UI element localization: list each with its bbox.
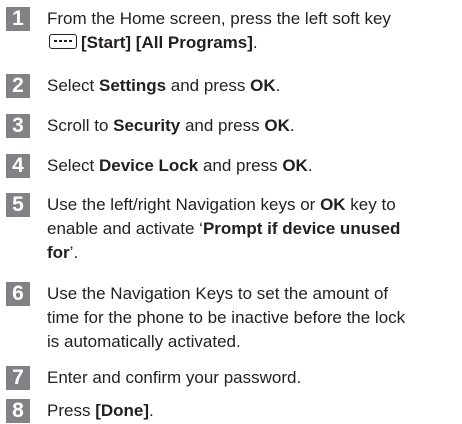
punctuation: . bbox=[149, 401, 154, 420]
step-text-line: Use the Navigation Keys to set the amoun… bbox=[47, 284, 389, 303]
option-name: Prompt if device unused bbox=[202, 219, 401, 238]
key-name: OK bbox=[282, 156, 308, 175]
punctuation: ’. bbox=[69, 243, 79, 262]
key-name: OK bbox=[320, 195, 346, 214]
text-span: enable and activate ‘ bbox=[47, 219, 203, 238]
punctuation: . bbox=[275, 76, 281, 95]
text-span: Scroll to bbox=[47, 116, 114, 135]
option-name-end: for bbox=[47, 243, 70, 262]
step-text: From the Home screen, press the left sof… bbox=[47, 7, 457, 55]
step-number: 4 bbox=[6, 154, 30, 178]
step-number: 1 bbox=[6, 7, 30, 31]
step-number: 7 bbox=[6, 366, 30, 390]
text-span: Press bbox=[47, 401, 96, 420]
punctuation: . bbox=[252, 33, 258, 52]
punctuation: . bbox=[289, 116, 295, 135]
text-span: key to bbox=[345, 195, 396, 214]
step-number: 2 bbox=[6, 74, 30, 98]
text-span: Select bbox=[47, 76, 99, 95]
step-text: Press [Done]. bbox=[47, 399, 457, 423]
text-span: Select bbox=[47, 156, 99, 175]
menu-item-name: Device Lock bbox=[98, 156, 199, 175]
text-span: Use the left/right Navigation keys or bbox=[47, 195, 321, 214]
step-text-line: From the Home screen, press the left sof… bbox=[47, 9, 391, 28]
step-number: 5 bbox=[6, 193, 30, 217]
text-span: and press bbox=[198, 156, 283, 175]
step-text-line: time for the phone to be inactive before… bbox=[47, 308, 406, 327]
step-number: 8 bbox=[6, 399, 30, 423]
step-text: Use the Navigation Keys to set the amoun… bbox=[47, 282, 457, 354]
key-name: OK bbox=[250, 76, 276, 95]
menu-item-name: Settings bbox=[98, 76, 167, 95]
step-text: Select Device Lock and press OK. bbox=[47, 154, 457, 178]
menu-item-name: Security bbox=[113, 116, 181, 135]
left-soft-key-icon bbox=[49, 34, 77, 49]
step-text-line: is automatically activated. bbox=[47, 332, 241, 351]
text-span: and press bbox=[180, 116, 265, 135]
step-number: 3 bbox=[6, 114, 30, 138]
step-text: Select Settings and press OK. bbox=[47, 74, 457, 98]
text-span: and press bbox=[166, 76, 251, 95]
punctuation: . bbox=[307, 156, 313, 175]
step-text: Enter and confirm your password. bbox=[47, 368, 302, 387]
key-name: [Done] bbox=[95, 401, 150, 420]
step-number: 6 bbox=[6, 282, 30, 306]
key-name: OK bbox=[264, 116, 290, 135]
step-text: Scroll to Security and press OK. bbox=[47, 114, 457, 138]
menu-path: [Start] [All Programs] bbox=[81, 33, 253, 52]
step-text: Use the left/right Navigation keys or OK… bbox=[47, 193, 457, 265]
